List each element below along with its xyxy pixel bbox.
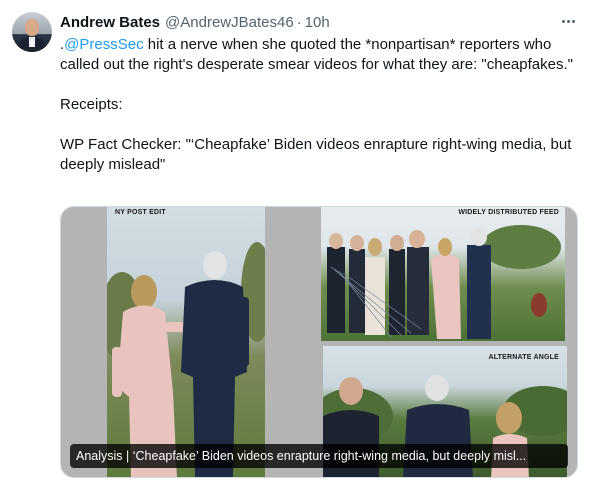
mention-link[interactable]: @PressSec <box>64 36 143 53</box>
dot-2 <box>566 19 570 23</box>
tweet-header: Andrew Bates @AndrewJBates46 · 10h <box>60 12 330 32</box>
tweet-paragraph-1: .@PressSec hit a nerve when she quoted t… <box>60 35 580 75</box>
author-name[interactable]: Andrew Bates <box>60 14 160 31</box>
link-card-media[interactable]: NY POST EDIT WIDELY DISTRIBUTED FEED ALT… <box>60 206 578 478</box>
group-people <box>327 228 491 339</box>
dot-1 <box>561 19 565 23</box>
tweet-paragraph-2: Receipts: <box>60 96 123 113</box>
tweet-timestamp[interactable]: 10h <box>305 14 330 31</box>
top-right-figures <box>327 225 561 339</box>
photo-widely-distributed-feed: WIDELY DISTRIBUTED FEED <box>321 207 565 341</box>
left-photo-figures <box>107 242 265 477</box>
tweet-paragraph-3: WP Fact Checker: "‘Cheapfake’ Biden vide… <box>60 136 572 173</box>
author-avatar[interactable] <box>12 12 52 52</box>
photo-ny-post-edit: NY POST EDIT <box>107 207 265 477</box>
separator-dot: · <box>296 13 302 31</box>
avatar-shirt <box>29 37 35 47</box>
link-title-overlay[interactable]: Analysis | ‘Cheapfake’ Biden videos enra… <box>70 444 568 468</box>
author-handle[interactable]: @AndrewJBates46 <box>165 14 294 31</box>
tweet-text: .@PressSec hit a nerve when she quoted t… <box>60 35 580 175</box>
avatar-head <box>25 19 39 36</box>
dot-3 <box>571 19 575 23</box>
more-dots-icon[interactable] <box>556 11 580 31</box>
